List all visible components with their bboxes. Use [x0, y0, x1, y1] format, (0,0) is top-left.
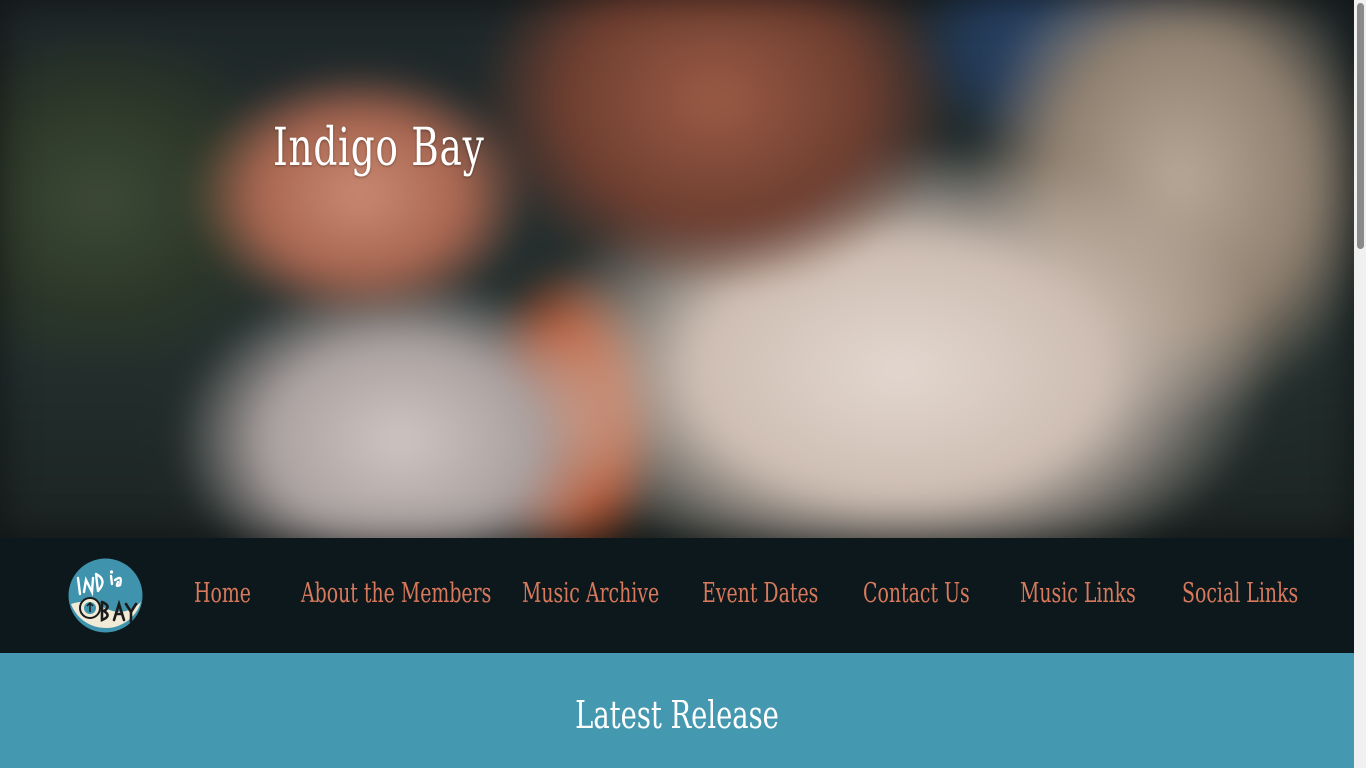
latest-release-section: Latest Release: [0, 653, 1354, 768]
hero-vignette: [0, 0, 1354, 538]
hero-banner: Indigo Bay: [0, 0, 1354, 538]
scrollbar-thumb[interactable]: [1357, 3, 1364, 249]
nav-links: Home About the Members Music Archive Eve…: [0, 538, 1354, 653]
nav-music-links[interactable]: Music Links: [1020, 576, 1136, 612]
nav-home[interactable]: Home: [194, 576, 251, 612]
nav-music-archive[interactable]: Music Archive: [522, 576, 659, 612]
nav-about-the-members[interactable]: About the Members: [301, 576, 491, 612]
nav-contact-us[interactable]: Contact Us: [863, 576, 970, 612]
page-scrollbar[interactable]: [1354, 0, 1366, 768]
nav-event-dates[interactable]: Event Dates: [702, 576, 818, 612]
page: Indigo Bay Home About the Members Music …: [0, 0, 1366, 768]
nav-social-links[interactable]: Social Links: [1182, 576, 1298, 612]
main-navigation: Home About the Members Music Archive Eve…: [0, 538, 1354, 653]
latest-release-heading: Latest Release: [575, 693, 779, 737]
site-title[interactable]: Indigo Bay: [273, 118, 484, 178]
